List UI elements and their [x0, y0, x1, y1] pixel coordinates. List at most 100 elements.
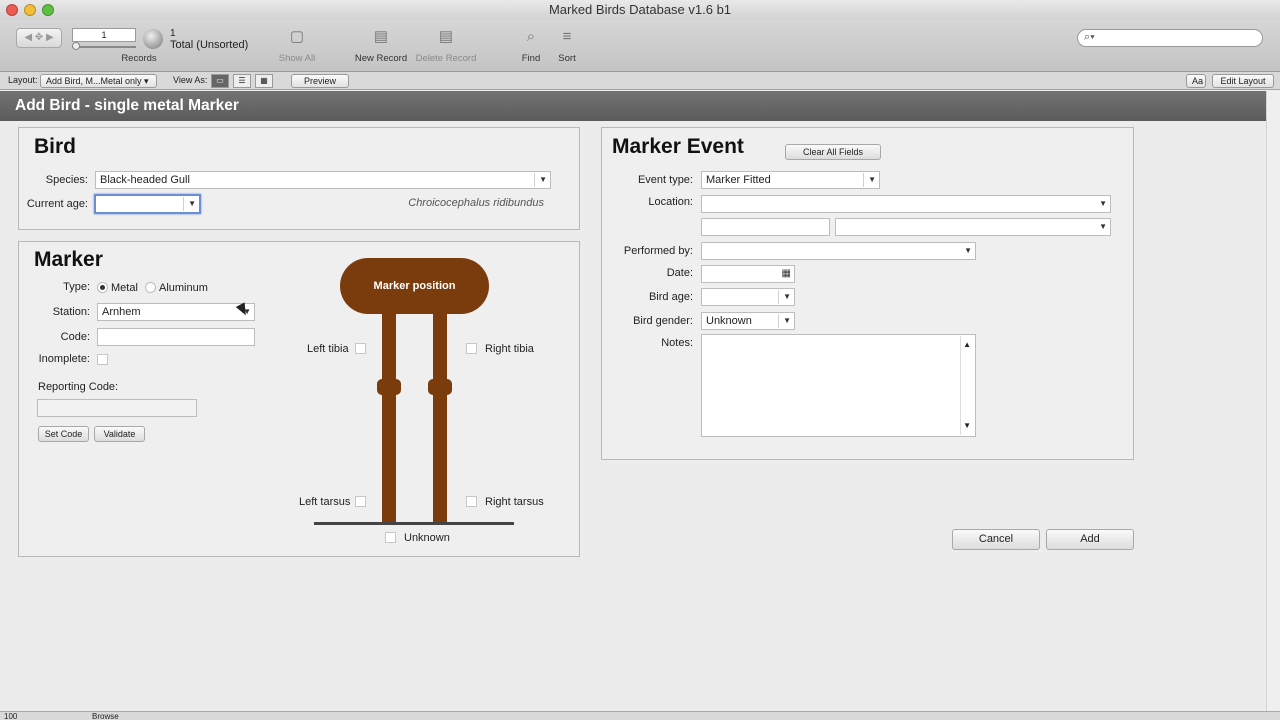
- date-field[interactable]: ▦: [701, 265, 795, 283]
- scroll-down-icon[interactable]: ▼: [963, 418, 971, 434]
- left-tarsus-checkbox[interactable]: [355, 496, 366, 507]
- sort-button[interactable]: Sort: [552, 53, 582, 64]
- maximize-window-button[interactable]: [42, 4, 54, 16]
- validate-button[interactable]: Validate: [94, 426, 145, 442]
- view-table-button[interactable]: ▦: [255, 74, 273, 88]
- bird-gender-value: Unknown: [706, 315, 752, 327]
- show-all-icon[interactable]: ▢: [288, 28, 306, 46]
- delete-record-button[interactable]: Delete Record: [412, 53, 480, 64]
- bird-age-dropdown-divider: [778, 290, 779, 304]
- event-type-field[interactable]: Marker Fitted ▼: [701, 171, 880, 189]
- performed-by-label: Performed by:: [623, 245, 693, 257]
- reporting-code-field: [37, 399, 197, 417]
- mode-indicator[interactable]: Browse: [92, 712, 119, 720]
- right-tarsus-checkbox[interactable]: [466, 496, 477, 507]
- current-age-label: Current age:: [26, 198, 88, 210]
- text-formatting-button[interactable]: Aa: [1186, 74, 1206, 88]
- chevron-down-icon[interactable]: ▼: [1099, 219, 1107, 235]
- marker-panel-title: Marker: [34, 248, 103, 271]
- right-tibia-label: Right tibia: [485, 343, 534, 355]
- event-type-value: Marker Fitted: [706, 174, 771, 186]
- title-bar: Marked Birds Database v1.6 b1: [0, 0, 1280, 20]
- marker-event-title: Marker Event: [612, 135, 744, 158]
- ground-line: [314, 522, 514, 525]
- type-metal-label: Metal: [111, 282, 138, 294]
- species-label: Species:: [45, 174, 88, 186]
- close-window-button[interactable]: [6, 4, 18, 16]
- event-type-dropdown-divider: [863, 173, 864, 187]
- location-coordinate-field[interactable]: [701, 218, 830, 236]
- sort-icon[interactable]: ≡: [558, 28, 576, 46]
- station-field[interactable]: Arnhem ▼: [97, 303, 255, 321]
- right-knee-joint: [428, 379, 452, 395]
- species-field[interactable]: Black-headed Gull ▼: [95, 171, 551, 189]
- left-tarsus-label: Left tarsus: [299, 496, 351, 508]
- set-code-button[interactable]: Set Code: [38, 426, 89, 442]
- scientific-name: Chroicocephalus ridibundus: [408, 197, 544, 209]
- status-bar: 100 Browse: [0, 711, 1280, 720]
- type-metal-radio[interactable]: [97, 282, 108, 293]
- chevron-down-icon[interactable]: ▼: [964, 243, 972, 259]
- show-all-button[interactable]: Show All: [272, 53, 322, 64]
- new-record-button[interactable]: New Record: [350, 53, 412, 64]
- search-icon: ⌕▾: [1084, 31, 1095, 43]
- layout-label: Layout:: [8, 75, 38, 85]
- current-age-field[interactable]: ▼: [94, 194, 201, 214]
- preview-button[interactable]: Preview: [291, 74, 349, 88]
- delete-record-icon[interactable]: ▤: [437, 28, 455, 46]
- notes-textarea[interactable]: ▲ ▼: [701, 334, 976, 437]
- quick-find-input[interactable]: ⌕▾: [1077, 29, 1263, 47]
- bird-gender-field[interactable]: Unknown ▼: [701, 312, 795, 330]
- chevron-down-icon[interactable]: ▼: [1099, 196, 1107, 212]
- zoom-level[interactable]: 100: [4, 712, 17, 720]
- location-detail-field[interactable]: ▼: [835, 218, 1111, 236]
- minimize-window-button[interactable]: [24, 4, 36, 16]
- record-slider-track[interactable]: [72, 46, 136, 48]
- new-record-icon[interactable]: ▤: [372, 28, 390, 46]
- chevron-down-icon[interactable]: ▼: [539, 172, 547, 188]
- layout-value: Add Bird, M...Metal only: [46, 76, 142, 86]
- bird-gender-dropdown-divider: [778, 314, 779, 328]
- view-form-button[interactable]: ▭: [211, 74, 229, 88]
- right-tibia-checkbox[interactable]: [466, 343, 477, 354]
- chevron-down-icon[interactable]: ▼: [783, 313, 791, 329]
- bird-panel-title: Bird: [34, 135, 76, 158]
- type-aluminum-radio[interactable]: [145, 282, 156, 293]
- clear-all-fields-button[interactable]: Clear All Fields: [785, 144, 881, 160]
- layout-select[interactable]: Add Bird, M...Metal only ▾: [40, 74, 157, 88]
- found-count: 1: [170, 28, 176, 39]
- calendar-icon[interactable]: ▦: [782, 266, 791, 282]
- find-button[interactable]: Find: [516, 53, 546, 64]
- chevron-down-icon[interactable]: ▼: [783, 289, 791, 305]
- station-value: Arnhem: [102, 306, 141, 318]
- performed-by-field[interactable]: ▼: [701, 242, 976, 260]
- add-button[interactable]: Add: [1046, 529, 1134, 550]
- left-tibia-checkbox[interactable]: [355, 343, 366, 354]
- view-list-button[interactable]: ☰: [233, 74, 251, 88]
- cancel-button[interactable]: Cancel: [952, 529, 1040, 550]
- chevron-down-icon[interactable]: ▼: [188, 196, 196, 212]
- location-label: Location:: [648, 196, 693, 208]
- notes-label: Notes:: [661, 337, 693, 349]
- scroll-up-icon[interactable]: ▲: [963, 337, 971, 353]
- reporting-code-label: Reporting Code:: [38, 381, 119, 393]
- incomplete-checkbox[interactable]: [97, 354, 108, 365]
- code-field[interactable]: [97, 328, 255, 346]
- find-icon[interactable]: ⌕: [522, 28, 540, 46]
- unknown-position-checkbox[interactable]: [385, 532, 396, 543]
- toolbar: ◀ ✥ ▶ 1 Records 1 Total (Unsorted) ▢ Sho…: [0, 20, 1280, 72]
- total-label: Total (Unsorted): [170, 39, 249, 51]
- left-tibia-label: Left tibia: [307, 343, 349, 355]
- records-label: Records: [121, 53, 157, 64]
- record-slider-knob[interactable]: [72, 42, 80, 50]
- record-number-input[interactable]: 1: [72, 28, 136, 42]
- species-dropdown-divider: [534, 173, 535, 187]
- location-field[interactable]: ▼: [701, 195, 1111, 213]
- record-navigation-button[interactable]: ◀ ✥ ▶: [16, 28, 62, 48]
- bird-age-field[interactable]: ▼: [701, 288, 795, 306]
- code-label: Code:: [60, 331, 90, 343]
- chevron-down-icon[interactable]: ▼: [868, 172, 876, 188]
- edit-layout-button[interactable]: Edit Layout: [1212, 74, 1274, 88]
- vertical-scrollbar[interactable]: [1266, 91, 1280, 711]
- species-value: Black-headed Gull: [100, 174, 190, 186]
